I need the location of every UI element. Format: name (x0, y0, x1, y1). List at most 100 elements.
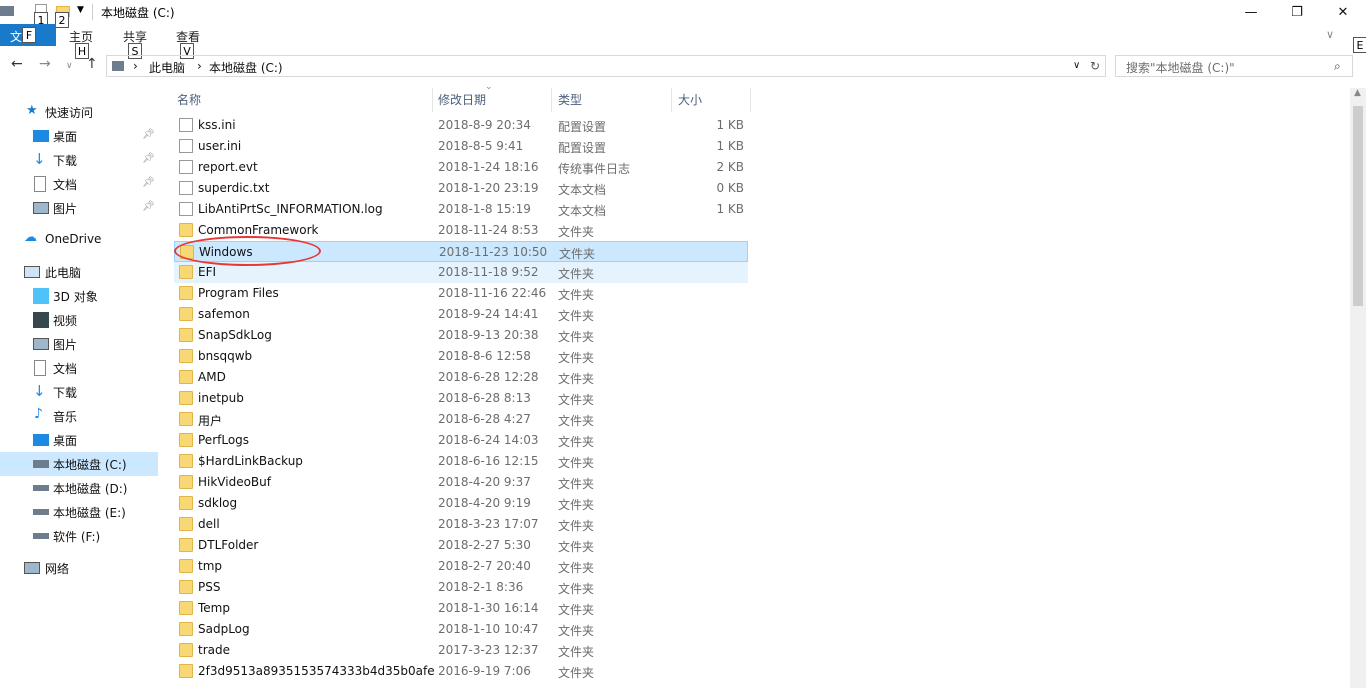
table-row[interactable]: HikVideoBuf 2018-4-20 9:37 文件夹 (174, 472, 748, 493)
address-dropdown-icon[interactable]: ∨ (1073, 60, 1080, 71)
sidebar-item-drive-e[interactable]: 本地磁盘 (E:) (0, 500, 158, 524)
sidebar-item-music[interactable]: ♪ 音乐 (0, 404, 158, 428)
search-icon[interactable]: ⌕ (1334, 59, 1341, 74)
column-header-name[interactable]: 名称 (177, 91, 201, 113)
file-name: bnsqqwb (198, 349, 253, 363)
table-row[interactable]: safemon 2018-9-24 14:41 文件夹 (174, 304, 748, 325)
file-type: 配置设置 (558, 120, 607, 134)
sidebar-item-label: 图片 (53, 338, 78, 352)
pin-icon[interactable]: 📌︎ (142, 153, 155, 164)
file-tab-label: 文 (10, 30, 23, 44)
pin-icon[interactable]: 📌︎ (142, 177, 155, 188)
table-row[interactable]: SnapSdkLog 2018-9-13 20:38 文件夹 (174, 325, 748, 346)
sidebar-item-desktop-pc[interactable]: 桌面 (0, 428, 158, 452)
table-row[interactable]: kss.ini 2018-8-9 20:34 配置设置 1 KB (174, 115, 748, 136)
table-row[interactable]: Program Files 2018-11-16 22:46 文件夹 (174, 283, 748, 304)
scroll-up-icon[interactable]: ▲ (1354, 88, 1361, 98)
sidebar-item-pictures[interactable]: 图片 📌︎ (0, 196, 158, 220)
column-header-type[interactable]: 类型 (558, 91, 582, 113)
pin-icon[interactable]: 📌︎ (142, 201, 155, 212)
folder-icon (179, 496, 193, 510)
column-header-date[interactable]: 修改日期 (438, 91, 486, 113)
sidebar-item-downloads[interactable]: ↓ 下载 📌︎ (0, 148, 158, 172)
table-row[interactable]: $HardLinkBackup 2018-6-16 12:15 文件夹 (174, 451, 748, 472)
file-name: user.ini (198, 139, 242, 153)
file-name: PerfLogs (198, 433, 250, 447)
table-row[interactable]: trade 2017-3-23 12:37 文件夹 (174, 640, 748, 661)
address-bar[interactable]: › 此电脑 › 本地磁盘 (C:) ∨ ↻ (106, 55, 1106, 77)
sidebar-item-downloads-pc[interactable]: ↓ 下载 (0, 380, 158, 404)
file-icon (179, 118, 193, 132)
quick-access-dropdown-icon[interactable]: ▼ (77, 5, 84, 15)
up-arrow-icon[interactable]: ↑ (86, 56, 98, 72)
close-button[interactable]: ✕ (1320, 0, 1366, 24)
sidebar-item-drive-f[interactable]: 软件 (F:) (0, 524, 158, 548)
table-row[interactable]: 2f3d9513a8935153574333b4d35b0afe 2016-9-1… (174, 661, 748, 682)
column-divider[interactable] (432, 88, 433, 112)
table-row[interactable]: Temp 2018-1-30 16:14 文件夹 (174, 598, 748, 619)
column-divider[interactable] (750, 88, 751, 112)
ribbon-expand-icon[interactable]: ∨ (1326, 28, 1334, 41)
table-row[interactable]: LibAntiPrtSc_INFORMATION.log 2018-1-8 15:… (174, 199, 748, 220)
sidebar-item-drive-c[interactable]: 本地磁盘 (C:) (0, 452, 158, 476)
sidebar-item-documents-pc[interactable]: 文档 (0, 356, 158, 380)
column-header-size[interactable]: 大小 (678, 91, 702, 113)
sidebar-item-network[interactable]: 网络 (0, 556, 158, 580)
table-row[interactable]: PerfLogs 2018-6-24 14:03 文件夹 (174, 430, 748, 451)
table-row[interactable]: 用户 2018-6-28 4:27 文件夹 (174, 409, 748, 430)
vertical-scrollbar[interactable]: ▲ (1350, 88, 1366, 688)
sidebar-item-label: 本地磁盘 (C:) (53, 458, 127, 472)
file-date: 2018-11-24 8:53 (438, 223, 539, 237)
file-name: 2f3d9513a8935153574333b4d35b0afe (198, 664, 435, 678)
sidebar-item-label: 音乐 (53, 410, 78, 424)
folder-icon (179, 370, 193, 384)
file-type: 文件夹 (558, 582, 595, 596)
file-name: safemon (198, 307, 250, 321)
table-row[interactable]: tmp 2018-2-7 20:40 文件夹 (174, 556, 748, 577)
sidebar-item-this-pc[interactable]: 此电脑 (0, 260, 158, 284)
table-row[interactable]: DTLFolder 2018-2-27 5:30 文件夹 (174, 535, 748, 556)
scroll-thumb[interactable] (1353, 106, 1363, 306)
file-date: 2018-9-24 14:41 (438, 307, 539, 321)
file-type: 文件夹 (558, 225, 595, 239)
sidebar-item-pictures-pc[interactable]: 图片 (0, 332, 158, 356)
table-row[interactable]: dell 2018-3-23 17:07 文件夹 (174, 514, 748, 535)
table-row[interactable]: PSS 2018-2-1 8:36 文件夹 (174, 577, 748, 598)
file-type: 文件夹 (558, 351, 595, 365)
table-row[interactable]: AMD 2018-6-28 12:28 文件夹 (174, 367, 748, 388)
pin-icon[interactable]: 📌︎ (142, 129, 155, 140)
folder-icon (179, 580, 193, 594)
table-row[interactable]: sdklog 2018-4-20 9:19 文件夹 (174, 493, 748, 514)
file-date: 2016-9-19 7:06 (438, 664, 531, 678)
sidebar-item-onedrive[interactable]: ☁ OneDrive (0, 228, 158, 252)
recent-dropdown-icon[interactable]: ∨ (66, 61, 73, 71)
table-row[interactable]: inetpub 2018-6-28 8:13 文件夹 (174, 388, 748, 409)
table-row[interactable]: superdic.txt 2018-1-20 23:19 文本文档 0 KB (174, 178, 748, 199)
column-divider[interactable] (671, 88, 672, 112)
breadcrumb-this-pc[interactable]: 此电脑 (149, 59, 185, 76)
sidebar-item-3d-objects[interactable]: 3D 对象 (0, 284, 158, 308)
ribbon (0, 24, 1366, 48)
sidebar-item-videos[interactable]: 视频 (0, 308, 158, 332)
sidebar-item-drive-d[interactable]: 本地磁盘 (D:) (0, 476, 158, 500)
sidebar-item-desktop[interactable]: 桌面 📌︎ (0, 124, 158, 148)
restore-button[interactable]: ❐ (1274, 0, 1320, 24)
breadcrumb-drive-c[interactable]: 本地磁盘 (C:) (209, 59, 283, 76)
sidebar-item-quick-access[interactable]: ★ 快速访问 (0, 100, 158, 124)
file-date: 2018-6-28 8:13 (438, 391, 531, 405)
column-divider[interactable] (551, 88, 552, 112)
table-row[interactable]: SadpLog 2018-1-10 10:47 文件夹 (174, 619, 748, 640)
file-date: 2017-3-23 12:37 (438, 643, 539, 657)
sidebar-item-documents[interactable]: 文档 📌︎ (0, 172, 158, 196)
refresh-icon[interactable]: ↻ (1090, 59, 1100, 73)
forward-arrow-icon[interactable]: → (39, 56, 51, 72)
back-arrow-icon[interactable]: ← (11, 56, 23, 72)
table-row[interactable]: user.ini 2018-8-5 9:41 配置设置 1 KB (174, 136, 748, 157)
file-type: 文件夹 (558, 330, 595, 344)
table-row[interactable]: report.evt 2018-1-24 18:16 传统事件日志 2 KB (174, 157, 748, 178)
sidebar-item-label: 下载 (53, 154, 78, 168)
sidebar-item-label: 文档 (53, 362, 78, 376)
minimize-button[interactable]: — (1228, 0, 1274, 24)
search-box[interactable]: 搜索"本地磁盘 (C:)" ⌕ (1115, 55, 1353, 77)
table-row[interactable]: bnsqqwb 2018-8-6 12:58 文件夹 (174, 346, 748, 367)
